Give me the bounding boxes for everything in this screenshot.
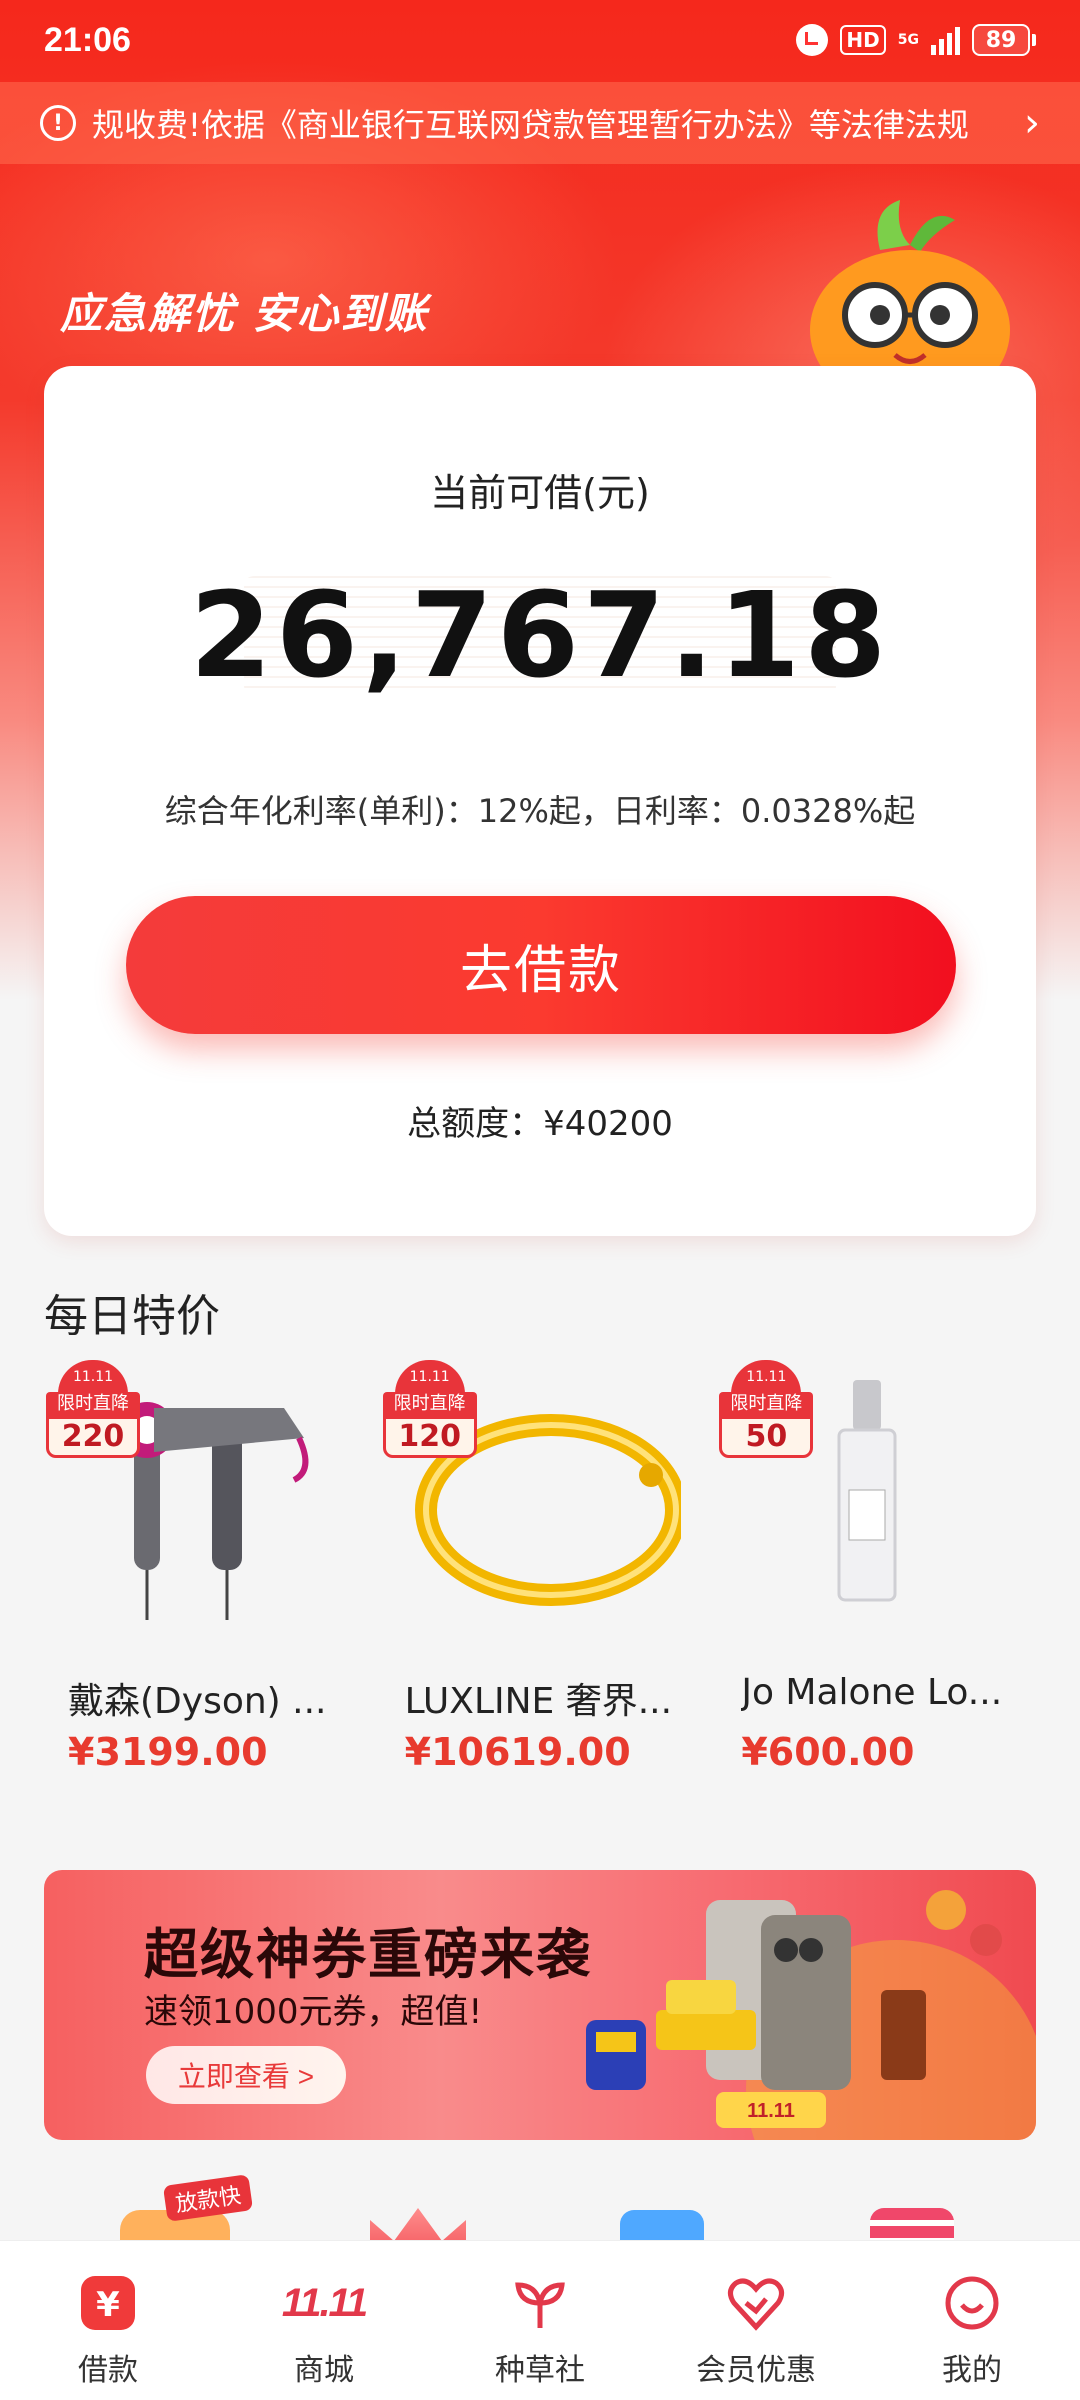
chevron-right-icon[interactable]: ›	[1024, 100, 1040, 146]
daily-deals-list: 11.11 限时直降 220 戴森(Dyson) ... ¥3199.00 11…	[44, 1360, 1054, 1800]
notice-text: 规收费!依据《商业银行互联网贷款管理暂行办法》等法律法规	[92, 106, 969, 144]
interest-rate-text: 综合年化利率(单利)：12%起，日利率：0.0328%起	[164, 792, 916, 830]
battery-icon: 89	[972, 24, 1036, 56]
heart-vip-icon	[724, 2271, 788, 2335]
nav-label: 借款	[78, 2353, 138, 2388]
product-price: ¥3199.00	[68, 1730, 268, 1774]
promo-subtitle: 速领1000元券，超值!	[144, 1992, 483, 2032]
notice-bar[interactable]: ! 规收费!依据《商业银行互联网贷款管理暂行办法》等法律法规 ›	[0, 82, 1080, 164]
loan-card: 当前可借(元) 26,767.18 综合年化利率(单利)：12%起，日利率：0.…	[44, 366, 1036, 1236]
yuan-icon: ¥	[76, 2271, 140, 2335]
view-now-button[interactable]: 立即查看 >	[146, 2046, 346, 2104]
product-card[interactable]: 11.11 限时直降 120 LUXLINE 奢界... ¥10619.00	[381, 1360, 718, 1800]
product-name: Jo Malone Lo...	[741, 1672, 1003, 1713]
fast-loan-badge: 放款快	[162, 2174, 254, 2222]
status-icons: HD 5G 89	[796, 24, 1036, 56]
discount-badge: 11.11 限时直降 120	[382, 1360, 477, 1468]
product-card[interactable]: 11.11 限时直降 50 Jo Malone Lo... ¥600.00	[717, 1360, 1054, 1800]
svg-text:¥: ¥	[96, 2285, 120, 2325]
sprout-icon	[508, 2271, 572, 2335]
nav-label: 我的	[942, 2353, 1002, 2388]
daily-deals-title: 每日特价	[44, 1291, 220, 1342]
discount-badge: 11.11 限时直降 220	[46, 1360, 140, 1468]
available-credit-amount: 26,767.18	[189, 566, 891, 704]
product-name: LUXLINE 奢界...	[404, 1681, 673, 1722]
mascot-carrot-icon	[810, 200, 1010, 390]
product-price: ¥600.00	[741, 1730, 915, 1774]
mall-1111-icon: 11.11	[281, 2280, 368, 2325]
borrow-button[interactable]: 去借款	[126, 896, 956, 1034]
network-type-icon: 5G	[897, 32, 919, 48]
product-price: ¥10619.00	[404, 1730, 631, 1774]
signal-icon	[931, 25, 960, 55]
status-time: 21:06	[44, 20, 131, 59]
bottom-nav: ¥ 借款 11.11 商城 种草社 会员优惠 我的	[0, 2240, 1080, 2400]
total-credit-text: 总额度：¥40200	[407, 1104, 673, 1144]
alarm-icon	[796, 24, 829, 56]
promo-banner[interactable]: 超级神券重磅来袭 速领1000元券，超值! 立即查看 > 11.11	[44, 1870, 1036, 2140]
promo-illustration: 11.11	[586, 1890, 1036, 2140]
status-bar: 21:06 HD 5G 89	[0, 0, 1080, 80]
hd-icon: HD	[840, 25, 886, 55]
nav-item-member[interactable]: 会员优惠	[656, 2271, 856, 2389]
nav-item-sprout[interactable]: 种草社	[440, 2271, 640, 2389]
battery-level: 89	[972, 24, 1030, 56]
info-icon: !	[40, 105, 76, 141]
available-credit-label: 当前可借(元)	[430, 471, 650, 515]
nav-label: 会员优惠	[696, 2353, 816, 2388]
profile-smile-icon	[940, 2271, 1004, 2335]
discount-badge: 11.11 限时直降 50	[719, 1360, 814, 1468]
nav-item-loan[interactable]: ¥ 借款	[8, 2271, 208, 2389]
promo-tag: 11.11	[747, 2100, 795, 2122]
hero-slogan: 应急解忧 安心到账	[60, 289, 429, 338]
product-name: 戴森(Dyson) ...	[68, 1681, 327, 1722]
nav-item-mall[interactable]: 11.11 商城	[224, 2271, 424, 2389]
nav-item-profile[interactable]: 我的	[872, 2271, 1072, 2389]
nav-label: 种草社	[495, 2353, 585, 2388]
nav-label: 商城	[294, 2353, 354, 2388]
product-card[interactable]: 11.11 限时直降 220 戴森(Dyson) ... ¥3199.00	[44, 1360, 381, 1800]
